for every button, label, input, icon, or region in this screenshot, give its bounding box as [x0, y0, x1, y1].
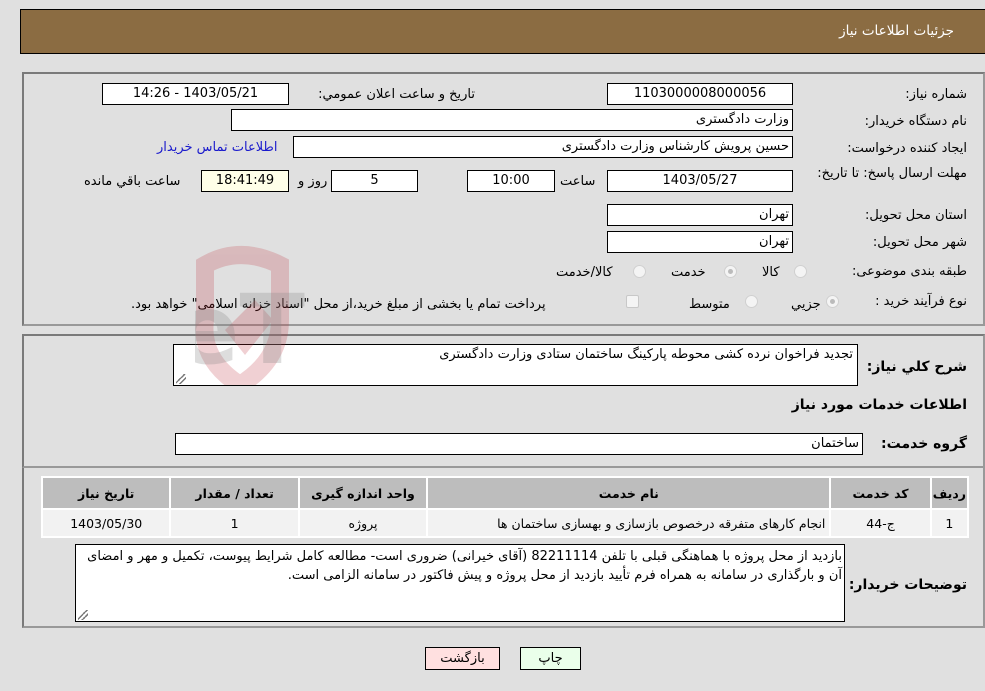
category-option-goods: کالا	[762, 265, 780, 280]
remaining-time-field: 18:41:49	[201, 170, 289, 192]
summary-label: شرح کلي نیاز:	[866, 359, 967, 375]
province-label: استان محل تحویل:	[865, 208, 967, 223]
cell-need-date: 1403/05/30	[43, 510, 170, 536]
days-remaining-field: 5	[331, 170, 418, 192]
deadline-label: مهلت ارسال پاسخ: تا تاریخ:	[817, 166, 967, 181]
category-option-goods-service: کالا/خدمت	[556, 265, 613, 280]
treasury-note: پرداخت تمام یا بخشی از مبلغ خرید،از محل …	[131, 297, 546, 312]
category-radio-goods[interactable]	[794, 265, 807, 278]
service-group-label: گروه خدمت:	[881, 436, 967, 452]
service-group-field: ساختمان	[175, 433, 863, 455]
process-option-minor: جزيي	[791, 297, 821, 312]
cell-unit: پروژه	[299, 510, 427, 536]
cell-service-code: ج-44	[831, 510, 930, 536]
table-row: 1 ج-44 انجام کارهای متفرقه درخصوص بازساز…	[43, 510, 967, 536]
days-label: روز و	[298, 174, 328, 189]
category-radio-service[interactable]	[724, 265, 737, 278]
process-radio-medium[interactable]	[745, 295, 758, 308]
col-unit: واحد اندازه گیری	[299, 478, 427, 508]
remaining-time-label: ساعت باقي مانده	[84, 174, 181, 189]
buyer-org-field: وزارت دادگستری	[231, 109, 793, 131]
process-option-medium: متوسط	[689, 297, 730, 312]
col-service-name: نام خدمت	[428, 478, 830, 508]
back-button[interactable]: بازگشت	[425, 647, 500, 670]
services-section-title: اطلاعات خدمات مورد نیاز	[791, 397, 967, 413]
buyer-contact-link[interactable]: اطلاعات تماس خریدار	[157, 140, 277, 155]
city-field: تهران	[607, 231, 793, 253]
table-header-row: ردیف کد خدمت نام خدمت واحد اندازه گیری ت…	[43, 478, 967, 508]
deadline-time-label: ساعت	[560, 174, 596, 189]
resize-grip-icon[interactable]	[176, 374, 186, 384]
cell-row: 1	[931, 510, 967, 536]
announce-datetime-field: 1403/05/21 - 14:26	[102, 83, 289, 105]
col-need-date: تاریخ نیاز	[43, 478, 170, 508]
buyer-org-label: نام دستگاه خریدار:	[864, 114, 967, 129]
services-table: ردیف کد خدمت نام خدمت واحد اندازه گیری ت…	[41, 476, 969, 538]
page-header: جزئیات اطلاعات نیاز	[20, 9, 985, 54]
resize-grip-icon[interactable]	[78, 610, 88, 620]
process-label: نوع فرآیند خرید :	[875, 294, 967, 309]
col-row: ردیف	[931, 478, 967, 508]
need-number-field: 1103000008000056	[607, 83, 793, 105]
need-number-label: شماره نیاز:	[905, 87, 967, 102]
cell-service-name: انجام کارهای متفرقه درخصوص بازسازی و بهس…	[428, 510, 830, 536]
buyer-notes-text: بازدید از محل پروژه با هماهنگی قبلی با ت…	[87, 549, 842, 583]
cell-quantity: 1	[171, 510, 298, 536]
summary-text: تجدید فراخوان نرده کشی محوطه پارکینگ ساخ…	[439, 347, 853, 362]
buyer-notes-label: توضیحات خریدار:	[848, 577, 967, 593]
category-option-service: خدمت	[671, 265, 706, 280]
buyer-notes-textarea[interactable]: بازدید از محل پروژه با هماهنگی قبلی با ت…	[75, 544, 845, 622]
announce-label: تاریخ و ساعت اعلان عمومي:	[318, 87, 475, 102]
services-table-panel: ردیف کد خدمت نام خدمت واحد اندازه گیری ت…	[22, 468, 985, 548]
province-field: تهران	[607, 204, 793, 226]
creator-field: حسین پرویش کارشناس وزارت دادگستری	[293, 136, 793, 158]
process-radio-minor[interactable]	[826, 295, 839, 308]
deadline-date-field: 1403/05/27	[607, 170, 793, 192]
treasury-checkbox[interactable]	[626, 295, 639, 308]
city-label: شهر محل تحویل:	[872, 235, 967, 250]
col-service-code: کد خدمت	[831, 478, 930, 508]
summary-textarea[interactable]: تجدید فراخوان نرده کشی محوطه پارکینگ ساخ…	[173, 344, 858, 386]
category-radio-goods-service[interactable]	[633, 265, 646, 278]
print-button[interactable]: چاپ	[520, 647, 581, 670]
page-title: جزئیات اطلاعات نیاز	[839, 23, 954, 39]
col-quantity: تعداد / مقدار	[171, 478, 298, 508]
creator-label: ایجاد کننده درخواست:	[847, 141, 967, 156]
category-label: طبقه بندی موضوعی:	[851, 264, 967, 279]
deadline-time-field: 10:00	[467, 170, 555, 192]
